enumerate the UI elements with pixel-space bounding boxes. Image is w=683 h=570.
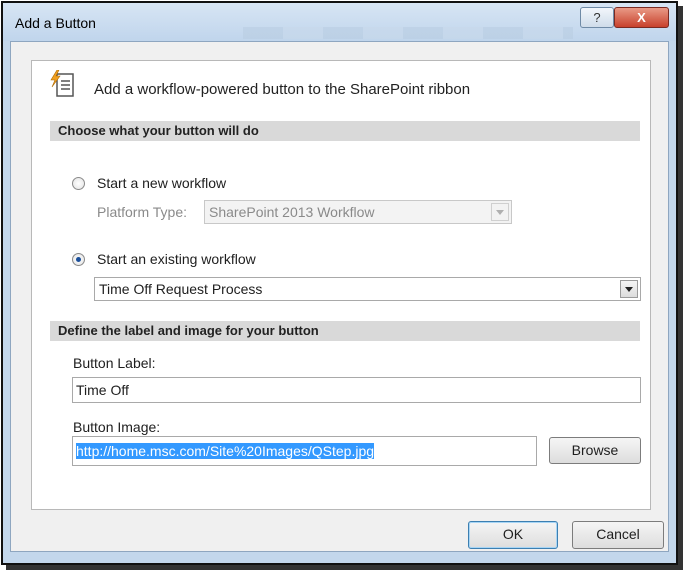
button-label-value: Time Off [76,382,129,398]
chevron-down-icon [491,203,509,221]
cancel-button[interactable]: Cancel [572,521,664,549]
ribbon-button-icon [50,70,74,97]
window-shadow-right [678,6,683,566]
help-icon: ? [593,10,601,25]
dialog-window: Add a Button ? X Add a workflow-powered … [1,1,678,565]
chevron-down-icon[interactable] [620,280,638,298]
window-shadow-bottom [6,565,683,570]
platform-type-label: Platform Type: [97,204,188,220]
button-image-input[interactable]: http://home.msc.com/Site%20Images/QStep.… [72,436,537,466]
help-button[interactable]: ? [580,7,614,28]
button-label-caption: Button Label: [73,355,156,371]
button-image-caption: Button Image: [73,419,161,435]
dialog-title: Add a Button [15,15,96,31]
dialog-client-area: Add a workflow-powered button to the Sha… [10,41,669,552]
radio-start-existing-workflow[interactable] [72,253,85,266]
browse-button[interactable]: Browse [549,437,641,464]
ok-button[interactable]: OK [468,521,558,549]
content-panel: Add a workflow-powered button to the Sha… [31,60,651,510]
platform-type-dropdown[interactable]: SharePoint 2013 Workflow [204,200,512,224]
platform-type-value: SharePoint 2013 Workflow [209,204,375,220]
existing-workflow-dropdown[interactable]: Time Off Request Process [94,277,641,301]
title-bar[interactable]: Add a Button ? X [3,3,676,41]
section-header-action: Choose what your button will do [50,121,640,141]
radio-start-new-workflow[interactable] [72,177,85,190]
button-label-input[interactable]: Time Off [72,377,641,403]
button-image-value: http://home.msc.com/Site%20Images/QStep.… [76,443,375,459]
section-header-label-image: Define the label and image for your butt… [50,321,640,341]
start-existing-workflow-label[interactable]: Start an existing workflow [97,251,256,267]
start-new-workflow-label[interactable]: Start a new workflow [97,175,226,191]
header-text: Add a workflow-powered button to the Sha… [94,81,471,98]
close-button[interactable]: X [614,7,669,28]
existing-workflow-value: Time Off Request Process [99,281,263,297]
close-icon: X [637,10,646,25]
background-window-ghost [243,27,573,39]
